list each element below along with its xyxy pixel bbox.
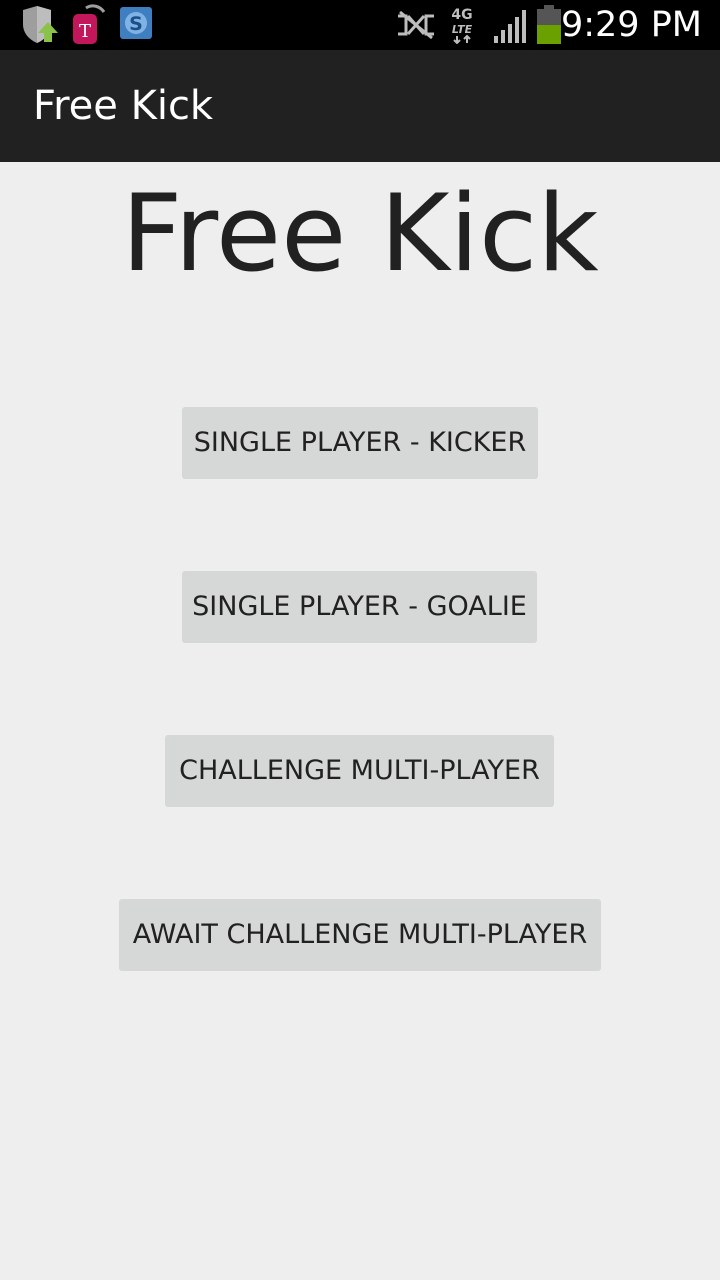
shield-update-icon [23, 6, 58, 43]
nfc-off-icon [398, 10, 434, 40]
signal-icon [494, 10, 526, 43]
page-title: Free Kick [121, 172, 599, 295]
svg-text:S: S [129, 13, 143, 35]
challenge-multi-player-button[interactable]: CHALLENGE MULTI-PLAYER [165, 735, 554, 807]
single-player-kicker-button[interactable]: SINGLE PLAYER - KICKER [182, 407, 538, 479]
svg-text:4G: 4G [451, 7, 472, 23]
await-challenge-multi-player-button[interactable]: AWAIT CHALLENGE MULTI-PLAYER [119, 899, 601, 971]
action-bar-title: Free Kick [33, 83, 214, 129]
battery-icon [537, 5, 561, 44]
status-bar: T S 4G LTE 9:29 PM [0, 0, 720, 50]
action-bar: Free Kick [0, 50, 720, 162]
main-content: Free Kick SINGLE PLAYER - KICKER SINGLE … [0, 162, 720, 1280]
4g-lte-icon: 4G LTE [451, 7, 473, 44]
single-player-goalie-button[interactable]: SINGLE PLAYER - GOALIE [182, 571, 537, 643]
svg-text:LTE: LTE [452, 23, 473, 36]
status-time: 9:29 PM [560, 5, 702, 45]
svg-text:T: T [79, 21, 91, 42]
skype-icon: S [120, 7, 152, 39]
tmobile-tag-icon: T [73, 4, 106, 44]
